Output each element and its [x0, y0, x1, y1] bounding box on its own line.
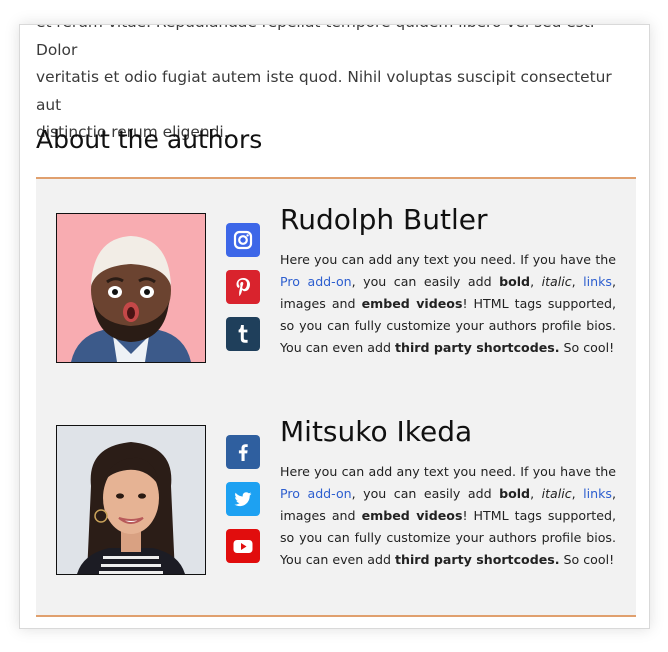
bio-italic-text: italic [541, 486, 572, 501]
tumblr-icon [238, 325, 248, 343]
bio-text: , you can easily add [351, 274, 500, 289]
bio-text: So cool! [559, 340, 615, 355]
author-box: Rudolph Butler Here you can add any text… [36, 177, 636, 617]
twitter-link[interactable] [226, 482, 260, 516]
author-bio: Here you can add any text you need. If y… [280, 461, 616, 571]
avatar-illustration [57, 214, 205, 362]
bio-bold-text: bold [499, 274, 531, 289]
pinterest-link[interactable] [226, 270, 260, 304]
bio-italic-text: italic [541, 274, 572, 289]
links-link[interactable]: links [583, 274, 612, 289]
twitter-icon [234, 492, 252, 507]
instagram-icon [233, 230, 253, 250]
bio-bold-text: third party shortcodes. [394, 552, 560, 567]
bio-bold-text: third party shortcodes. [394, 340, 560, 355]
bio-bold-text: embed videos [361, 296, 463, 311]
post-content-card: et rerum vitae. Repudiandae repellat tem… [19, 24, 650, 629]
author-avatar [56, 213, 206, 363]
pro-addon-link[interactable]: Pro add-on [280, 486, 352, 501]
bio-text: , [571, 486, 584, 501]
author-entry: Mitsuko Ikeda Here you can add any text … [36, 391, 636, 575]
youtube-link[interactable] [226, 529, 260, 563]
author-bio: Here you can add any text you need. If y… [280, 249, 616, 359]
facebook-link[interactable] [226, 435, 260, 469]
bio-text: , [530, 486, 542, 501]
avatar-illustration [57, 426, 205, 574]
bio-bold-text: bold [499, 486, 531, 501]
facebook-icon [238, 444, 248, 461]
author-avatar [56, 425, 206, 575]
bio-text: , [530, 274, 542, 289]
links-link[interactable]: links [583, 486, 612, 501]
pro-addon-link[interactable]: Pro add-on [280, 274, 352, 289]
social-links [226, 223, 260, 364]
youtube-icon [233, 540, 253, 553]
bio-text: So cool! [559, 552, 615, 567]
tumblr-link[interactable] [226, 317, 260, 351]
author-name: Mitsuko Ikeda [280, 415, 473, 448]
bio-text: , [571, 274, 584, 289]
bio-text: Here you can add any text you need. If y… [280, 252, 616, 267]
intro-line: et rerum vitae. Repudiandae repellat tem… [36, 25, 595, 59]
author-name: Rudolph Butler [280, 203, 488, 236]
instagram-link[interactable] [226, 223, 260, 257]
social-links [226, 435, 260, 576]
intro-line: veritatis et odio fugiat autem iste quod… [36, 68, 612, 114]
author-entry: Rudolph Butler Here you can add any text… [36, 179, 636, 363]
pinterest-icon [236, 278, 250, 296]
bio-text: , you can easily add [351, 486, 500, 501]
section-title: About the authors [36, 125, 263, 154]
bio-text: Here you can add any text you need. If y… [280, 464, 616, 479]
bio-bold-text: embed videos [361, 508, 463, 523]
